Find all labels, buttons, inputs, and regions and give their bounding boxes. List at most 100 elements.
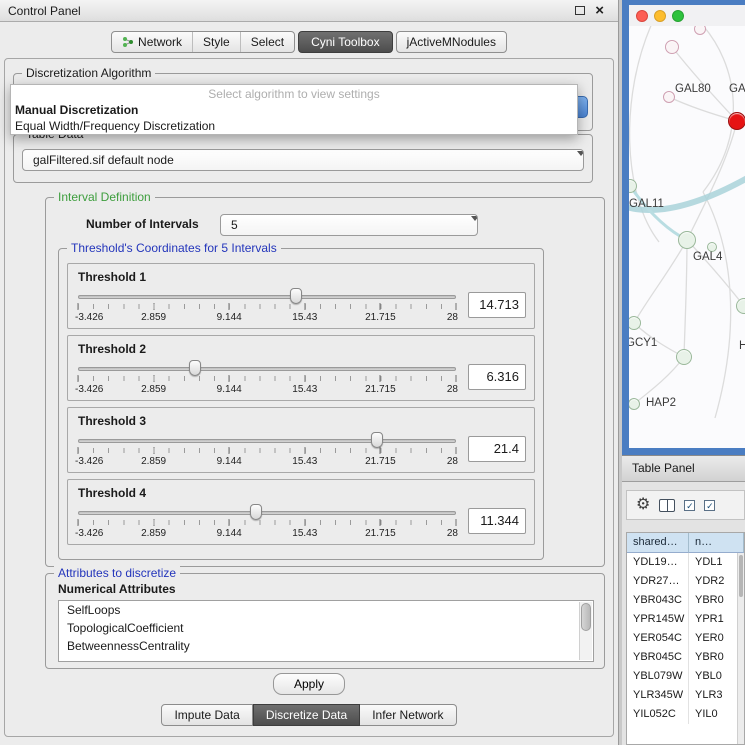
- table-toolbar: ⚙ ✓ ✓: [626, 490, 745, 520]
- tab-style-label: Style: [203, 32, 230, 52]
- select-columns-icon[interactable]: ✓: [704, 500, 715, 511]
- bottom-tabbar: Impute Data Discretize Data Infer Networ…: [5, 704, 613, 726]
- table-scrollbar[interactable]: [737, 553, 744, 744]
- table-row[interactable]: YBR043CYBR0: [627, 591, 744, 610]
- table-data-value: galFiltered.sif default node: [33, 153, 174, 167]
- threshold-thumb[interactable]: [371, 432, 383, 448]
- dropdown-option-manual[interactable]: Manual Discretization: [11, 102, 577, 118]
- thresholds-group: Threshold's Coordinates for 5 Intervals …: [58, 248, 544, 560]
- apply-button[interactable]: Apply: [273, 673, 345, 695]
- attributes-group: Attributes to discretize Numerical Attri…: [45, 573, 605, 669]
- threshold-thumb[interactable]: [189, 360, 201, 376]
- threshold-slider[interactable]: -3.4262.8599.14415.4321.71528: [78, 430, 456, 468]
- mac-close-icon[interactable]: [636, 10, 648, 22]
- slider-track[interactable]: [78, 511, 456, 515]
- attributes-listbox[interactable]: SelfLoops TopologicalCoefficient Between…: [58, 600, 594, 662]
- threshold-label: Threshold 1: [78, 270, 526, 284]
- slider-ticks: [78, 520, 456, 525]
- table-data-combobox[interactable]: galFiltered.sif default node: [22, 149, 584, 171]
- table-row[interactable]: YDL19…YDL1: [627, 553, 744, 572]
- float-window-icon[interactable]: [575, 6, 585, 15]
- desktop: Control Panel × Network Styl: [0, 0, 745, 745]
- network-icon: [122, 36, 134, 48]
- numerical-attributes-label: Numerical Attributes: [58, 582, 176, 596]
- threshold-value-field[interactable]: 14.713: [468, 292, 526, 318]
- network-view-frame: GAL80GAGAL11GAL4GCY1HAP2H: [622, 0, 745, 455]
- slider-track[interactable]: [78, 439, 456, 443]
- network-node-label: GAL4: [693, 251, 722, 263]
- control-panel: Control Panel × Network Styl: [0, 0, 619, 745]
- table-data-group: Table Data galFiltered.sif default node: [13, 134, 593, 183]
- threshold-value-field[interactable]: 11.344: [468, 508, 526, 534]
- table-panel: ⚙ ✓ ✓ shared… n… YDL19…YDL1 YDR27…YDR2 Y…: [622, 482, 745, 745]
- algorithm-dropdown-popup: Select algorithm to view settings Manual…: [10, 84, 578, 135]
- network-node[interactable]: [678, 231, 696, 249]
- threshold-thumb[interactable]: [290, 288, 302, 304]
- column-header-shared-name[interactable]: shared…: [627, 533, 689, 553]
- mac-minimize-icon[interactable]: [654, 10, 666, 22]
- window-controls: [629, 5, 745, 26]
- dropdown-placeholder-option[interactable]: Select algorithm to view settings: [11, 85, 577, 102]
- network-node[interactable]: [663, 91, 675, 103]
- tab-network-label: Network: [138, 32, 182, 52]
- tab-select-label: Select: [251, 32, 284, 52]
- tab-style[interactable]: Style: [192, 32, 240, 52]
- tab-jactivemodules-label: jActiveMNodules: [407, 32, 496, 52]
- slider-ticks: [78, 448, 456, 453]
- control-panel-title: Control Panel: [8, 4, 81, 18]
- table-row[interactable]: YLR345WYLR3: [627, 686, 744, 705]
- node-table: shared… n… YDL19…YDL1 YDR27…YDR2 YBR043C…: [626, 532, 745, 745]
- slider-ticks: [78, 376, 456, 381]
- threshold-slider[interactable]: -3.4262.8599.14415.4321.71528: [78, 358, 456, 396]
- tab-select[interactable]: Select: [240, 32, 294, 52]
- list-scrollbar[interactable]: [579, 602, 592, 660]
- list-item[interactable]: SelfLoops: [59, 601, 593, 619]
- table-row[interactable]: YBR045CYBR0: [627, 648, 744, 667]
- threshold-slider[interactable]: -3.4262.8599.14415.4321.71528: [78, 286, 456, 324]
- top-tabbar: Network Style Select Cyni Toolbox jActiv…: [0, 22, 618, 56]
- tab-discretize-data[interactable]: Discretize Data: [253, 704, 360, 726]
- slider-track[interactable]: [78, 367, 456, 371]
- network-node-label: GAL11: [629, 198, 664, 210]
- network-node[interactable]: [676, 349, 692, 365]
- list-item[interactable]: BetweennessCentrality: [59, 637, 593, 655]
- columns-icon[interactable]: [659, 499, 675, 512]
- threshold-value-field[interactable]: 21.4: [468, 436, 526, 462]
- thresholds-group-title: Threshold's Coordinates for 5 Intervals: [67, 241, 281, 255]
- tab-impute-data[interactable]: Impute Data: [161, 704, 252, 726]
- threshold-label: Threshold 4: [78, 486, 526, 500]
- threshold-slider[interactable]: -3.4262.8599.14415.4321.71528: [78, 502, 456, 540]
- num-intervals-combobox[interactable]: 5: [220, 214, 478, 236]
- dropdown-option-equal-width[interactable]: Equal Width/Frequency Discretization: [11, 118, 577, 134]
- interval-group-title: Interval Definition: [54, 190, 155, 204]
- table-row[interactable]: YBL079WYBL0: [627, 667, 744, 686]
- threshold-label: Threshold 3: [78, 414, 526, 428]
- network-node[interactable]: [665, 40, 679, 54]
- network-canvas[interactable]: GAL80GAGAL11GAL4GCY1HAP2H: [629, 26, 745, 448]
- table-row[interactable]: YDR27…YDR2: [627, 572, 744, 591]
- tab-infer-network[interactable]: Infer Network: [360, 704, 456, 726]
- table-row[interactable]: YIL052CYIL0: [627, 705, 744, 724]
- gear-icon[interactable]: ⚙: [636, 497, 650, 513]
- mac-zoom-icon[interactable]: [672, 10, 684, 22]
- table-row[interactable]: YPR145WYPR1: [627, 610, 744, 629]
- list-item[interactable]: TopologicalCoefficient: [59, 619, 593, 637]
- network-node[interactable]: [736, 298, 745, 314]
- network-node-label: HAP2: [646, 397, 676, 409]
- slider-track[interactable]: [78, 295, 456, 299]
- tab-cyni-toolbox[interactable]: Cyni Toolbox: [298, 31, 392, 53]
- close-icon[interactable]: ×: [595, 6, 604, 16]
- threshold-value-field[interactable]: 6.316: [468, 364, 526, 390]
- threshold-label: Threshold 2: [78, 342, 526, 356]
- select-all-icon[interactable]: ✓: [684, 500, 695, 511]
- tab-jactivemodules[interactable]: jActiveMNodules: [397, 32, 506, 52]
- tab-network[interactable]: Network: [112, 32, 192, 52]
- slider-ticks: [78, 304, 456, 309]
- network-node-label: GA: [729, 83, 745, 95]
- network-node-label: GCY1: [629, 337, 657, 349]
- table-panel-header[interactable]: Table Panel: [622, 455, 745, 482]
- table-row[interactable]: YER054CYER0: [627, 629, 744, 648]
- threshold-thumb[interactable]: [250, 504, 262, 520]
- network-node[interactable]: [728, 112, 745, 130]
- column-header-name[interactable]: n…: [689, 533, 744, 553]
